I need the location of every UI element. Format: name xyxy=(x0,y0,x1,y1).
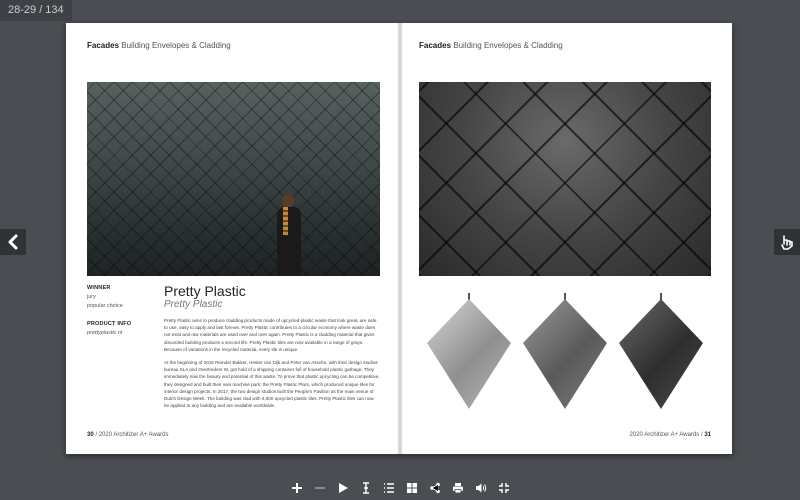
winner-label: WINNER xyxy=(87,285,111,291)
page-number: 31 xyxy=(704,432,711,438)
project-description: Pretty Plastic aims to produce cladding … xyxy=(164,317,380,415)
share-icon xyxy=(429,482,440,494)
tile-diamond xyxy=(619,299,703,409)
running-head: Facades Building Envelopes & Cladding xyxy=(419,41,563,50)
person-body xyxy=(277,207,301,276)
page-counter: 28-29 / 134 xyxy=(0,0,72,21)
tile-diamond xyxy=(427,299,511,409)
tile-sample-light xyxy=(427,293,511,411)
printer-icon xyxy=(452,483,463,494)
project-meta: WINNER jury popular choice PRODUCT INFO … xyxy=(87,285,157,336)
product-link[interactable]: prettyplastic.nl xyxy=(87,330,157,336)
zoom-out-button[interactable] xyxy=(313,481,327,495)
speaker-icon xyxy=(475,483,486,493)
page-folio: 2020 Architizer A+ Awards / 31 xyxy=(630,432,711,438)
page-turn-hand-icon xyxy=(781,235,793,250)
running-head-section: Facades xyxy=(419,41,452,50)
next-page-button[interactable] xyxy=(774,229,800,255)
left-page: Facades Building Envelopes & Cladding WI… xyxy=(66,23,397,454)
tile-samples xyxy=(419,293,711,413)
previous-page-button[interactable] xyxy=(0,229,26,255)
text-select-button[interactable] xyxy=(359,481,373,495)
running-head-topic: Building Envelopes & Cladding xyxy=(451,41,563,50)
running-head-topic: Building Envelopes & Cladding xyxy=(119,41,231,50)
folio-text: / 2020 Architizer A+ Awards xyxy=(93,432,169,438)
facade-photo-with-person xyxy=(87,82,380,276)
product-info-label: PRODUCT INFO xyxy=(87,321,132,327)
text-cursor-icon xyxy=(362,482,369,494)
folio-text: 2020 Architizer A+ Awards / xyxy=(629,432,705,438)
description-paragraph: Pretty Plastic aims to produce cladding … xyxy=(164,318,377,352)
project-subtitle: Pretty Plastic xyxy=(164,299,223,310)
project-title: Pretty Plastic xyxy=(164,283,246,299)
winner-category-jury: jury xyxy=(87,294,96,300)
person-figure xyxy=(275,194,303,276)
print-button[interactable] xyxy=(451,481,465,495)
cladding-closeup-photo xyxy=(419,82,711,276)
fullscreen-button[interactable] xyxy=(497,481,511,495)
chevron-left-icon xyxy=(8,234,18,250)
grid-icon xyxy=(406,483,417,493)
magazine-spread: Facades Building Envelopes & Cladding WI… xyxy=(66,23,732,454)
tile-sample-dark xyxy=(619,293,703,411)
play-icon xyxy=(338,483,348,493)
plus-icon xyxy=(291,483,302,493)
tile-diamond xyxy=(523,299,607,409)
list-icon xyxy=(383,483,394,493)
viewer-toolbar xyxy=(0,476,800,500)
sound-button[interactable] xyxy=(474,481,488,495)
person-scarf xyxy=(283,207,288,235)
minus-icon xyxy=(314,487,325,489)
play-button[interactable] xyxy=(336,481,350,495)
thumbnails-button[interactable] xyxy=(405,481,419,495)
fullscreen-icon xyxy=(498,483,509,493)
person-head xyxy=(282,194,294,208)
page-number: 30 xyxy=(87,432,94,438)
tile-sample-medium xyxy=(523,293,607,411)
share-button[interactable] xyxy=(428,481,442,495)
running-head-section: Facades xyxy=(87,41,120,50)
page-folio: 30 / 2020 Architizer A+ Awards xyxy=(87,432,168,438)
table-of-contents-button[interactable] xyxy=(382,481,396,495)
running-head: Facades Building Envelopes & Cladding xyxy=(87,41,231,50)
zoom-in-button[interactable] xyxy=(290,481,304,495)
right-page: Facades Building Envelopes & Cladding 20… xyxy=(403,23,732,454)
description-paragraph: At the beginning of 2016 Reinder Bakker,… xyxy=(164,360,380,409)
